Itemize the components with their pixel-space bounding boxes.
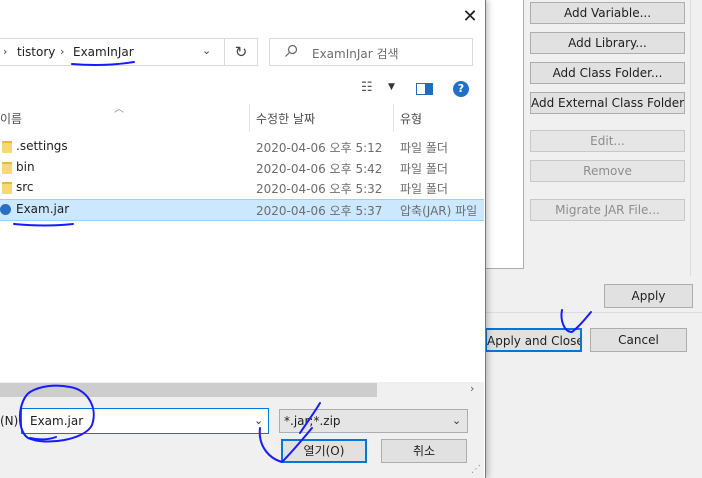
file-row[interactable]: src 2020-04-06 오후 5:32 파일 폴더 [0, 178, 484, 198]
file-date: 2020-04-06 오후 5:32 [256, 182, 383, 196]
breadcrumb-item-examinjar[interactable]: ExamInJar [73, 45, 134, 59]
search-input[interactable]: ExamInJar 검색 [269, 38, 473, 66]
resize-grip-icon[interactable]: ⋰ [471, 464, 481, 475]
divider [485, 312, 702, 313]
add-variable-button[interactable]: Add Variable... [530, 2, 685, 24]
filter-value: *.jar;*.zip [284, 414, 341, 428]
open-file-dialog: ✕ › tistory › ExamInJar ⌄ ↻ ExamInJar 검색… [0, 0, 486, 478]
breadcrumb-item-tistory[interactable]: tistory [17, 45, 55, 59]
apply-button[interactable]: Apply [604, 284, 693, 308]
file-name: src [16, 180, 34, 194]
filename-value: Exam.jar [30, 414, 84, 428]
file-date: 2020-04-06 오후 5:12 [256, 141, 383, 155]
add-class-folder-button[interactable]: Add Class Folder... [530, 62, 685, 84]
file-name: Exam.jar [16, 202, 70, 216]
file-name: .settings [16, 139, 68, 153]
refresh-icon[interactable]: ↻ [225, 38, 258, 66]
panel-border [690, 0, 691, 276]
file-type: 압축(JAR) 파일 [400, 204, 478, 218]
apply-and-close-button[interactable]: Apply and Close [485, 328, 582, 352]
folder-icon [2, 182, 12, 194]
close-icon[interactable]: ✕ [458, 6, 482, 28]
search-icon [285, 44, 298, 57]
help-icon[interactable]: ? [453, 81, 469, 97]
file-row-selected[interactable]: Exam.jar 2020-04-06 오후 5:37 압축(JAR) 파일 [0, 199, 484, 221]
address-bar[interactable]: › tistory › ExamInJar ⌄ [0, 38, 225, 66]
folder-icon [2, 141, 12, 153]
file-name: bin [16, 160, 35, 174]
column-header-date[interactable]: 수정한 날짜 [256, 110, 315, 127]
search-placeholder: ExamInJar 검색 [312, 47, 399, 61]
file-row[interactable]: bin 2020-04-06 오후 5:42 파일 폴더 [0, 158, 484, 178]
library-list-panel[interactable] [485, 0, 524, 269]
remove-button[interactable]: Remove [530, 160, 685, 182]
cancel-button[interactable]: Cancel [590, 328, 687, 352]
file-type: 파일 폴더 [400, 141, 448, 155]
sort-ascending-icon: ︿ [114, 104, 124, 115]
file-type-filter-select[interactable]: *.jar;*.zip ⌄ [279, 409, 468, 433]
column-separator[interactable] [393, 104, 394, 132]
eclipse-build-path-dialog: Add Variable... Add Library... Add Class… [485, 0, 702, 478]
filename-field[interactable]: Exam.jar ⌄ [21, 408, 269, 434]
open-button[interactable]: 열기(O) [281, 439, 367, 463]
file-date: 2020-04-06 오후 5:37 [256, 204, 383, 218]
scroll-right-icon[interactable]: › [470, 382, 474, 395]
chevron-down-icon[interactable]: ⌄ [202, 44, 211, 57]
chevron-down-icon[interactable]: ⌄ [254, 414, 263, 427]
preview-pane-icon[interactable] [416, 83, 433, 95]
breadcrumb-separator-icon: › [60, 45, 65, 58]
column-header-name[interactable]: 이름 [0, 110, 22, 127]
migrate-jar-button[interactable]: Migrate JAR File... [530, 199, 685, 221]
file-type: 파일 폴더 [400, 162, 448, 176]
file-type: 파일 폴더 [400, 182, 448, 196]
add-external-class-folder-button[interactable]: Add External Class Folder... [530, 92, 685, 114]
scrollbar-thumb[interactable] [0, 383, 377, 397]
view-options-icon[interactable]: ☷ [361, 80, 373, 95]
jar-file-icon [0, 204, 11, 215]
edit-button[interactable]: Edit... [530, 130, 685, 152]
file-row[interactable]: .settings 2020-04-06 오후 5:12 파일 폴더 [0, 137, 484, 157]
column-header-type[interactable]: 유형 [400, 110, 422, 127]
add-library-button[interactable]: Add Library... [530, 32, 685, 54]
file-date: 2020-04-06 오후 5:42 [256, 162, 383, 176]
column-separator[interactable] [249, 104, 250, 132]
breadcrumb-separator-icon: › [3, 45, 8, 58]
cancel-button[interactable]: 취소 [381, 439, 467, 463]
chevron-down-icon[interactable]: ⌄ [452, 414, 461, 427]
filename-label: (N): [0, 414, 23, 428]
caret-down-icon[interactable]: ▼ [388, 82, 395, 92]
folder-icon [2, 162, 12, 174]
